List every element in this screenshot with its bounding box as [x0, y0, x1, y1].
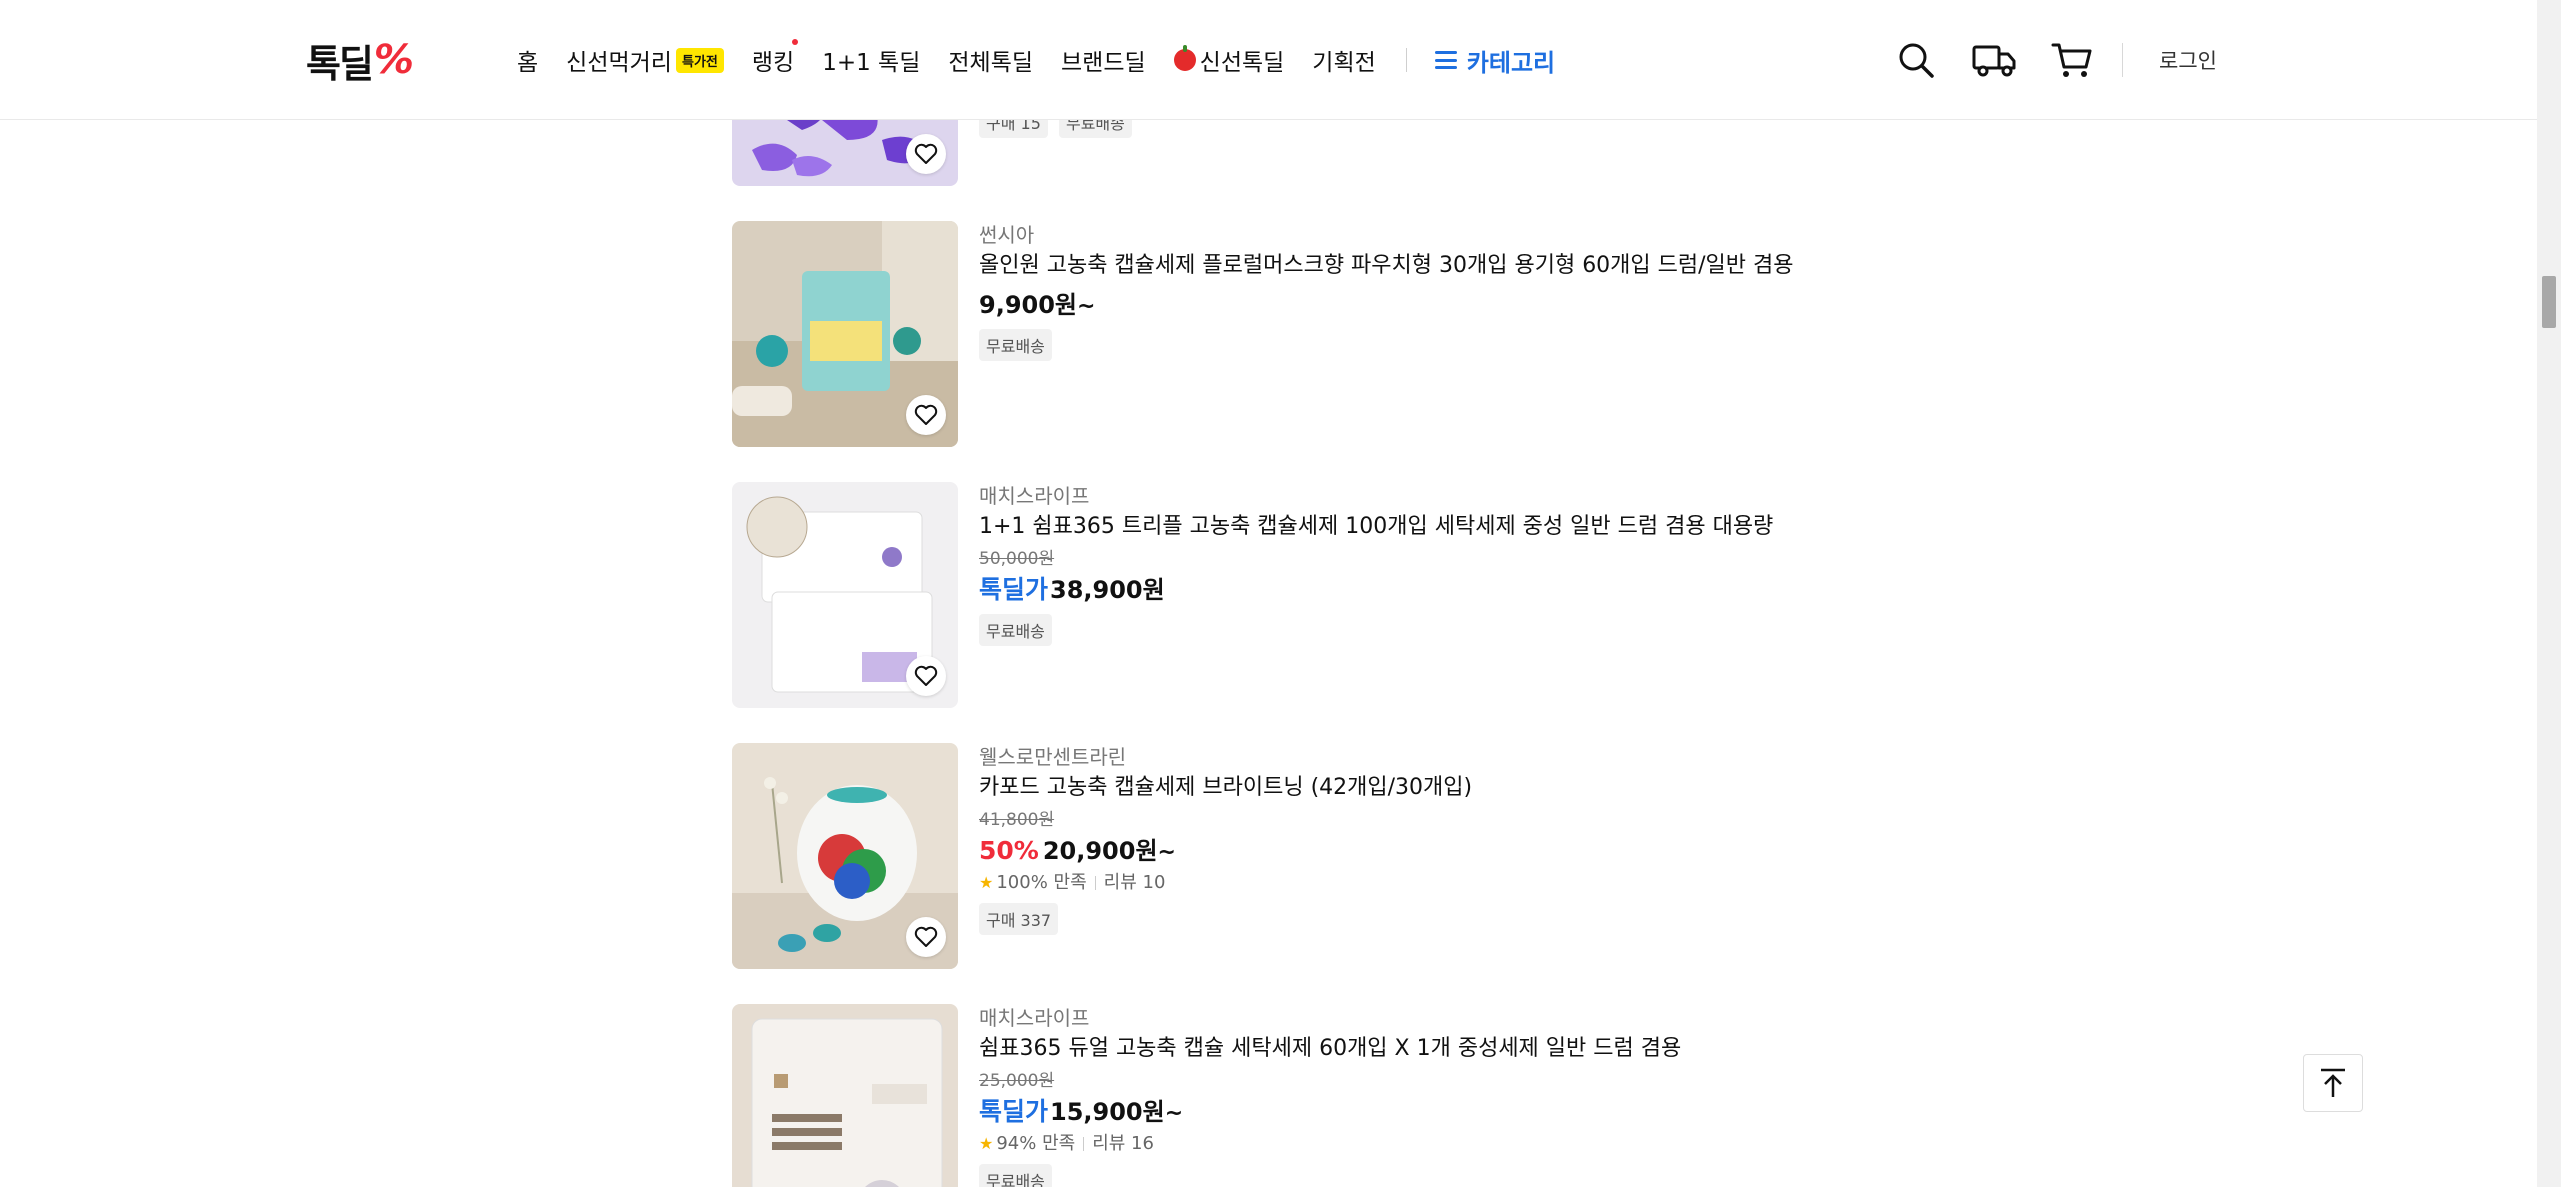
nav-divider [1405, 48, 1407, 72]
product-info: 매치스라이프 1+1 쉼표365 트리플 고농축 캡슐세제 100개입 세탁세제… [979, 482, 1799, 646]
nav-fresh-food[interactable]: 신선먹거리 특가전 [566, 43, 724, 77]
product-info: 썬시아 올인원 고농축 캡슐세제 플로럴머스크향 파우치형 30개입 용기형 6… [979, 221, 1799, 361]
brand-name[interactable]: 썬시아 [979, 221, 1799, 249]
review-count[interactable]: 리뷰 10 [1104, 869, 1166, 897]
free-shipping-chip: 무료배송 [979, 614, 1052, 646]
cart-icon[interactable] [2050, 38, 2094, 82]
list-item[interactable]: 썬시아 올인원 고농축 캡슐세제 플로럴머스크향 파우치형 30개입 용기형 6… [732, 221, 1794, 447]
product-info: 웰스로만센트라린 카포드 고농축 캡슐세제 브라이트닝 (42개입/30개입) … [979, 743, 1799, 935]
list-item[interactable]: 웰스로만센트라린 카포드 고농축 캡슐세제 브라이트닝 (42개입/30개입) … [732, 743, 1792, 969]
delivery-truck-icon[interactable] [1972, 38, 2016, 82]
deal-price-label: 톡딜가 [979, 575, 1049, 604]
nav-brand-deal[interactable]: 브랜드딜 [1061, 43, 1146, 77]
wishlist-button[interactable] [906, 917, 946, 957]
sale-price: 20,900원 [1042, 837, 1158, 865]
list-item[interactable]: 매치스라이프 1+1 쉼표365 트리플 고농축 캡슐세제 100개입 세탁세제… [732, 482, 1792, 708]
free-shipping-chip: 무료배송 [979, 1164, 1052, 1187]
price-suffix: ~ [1164, 1101, 1184, 1126]
wishlist-button[interactable] [906, 395, 946, 435]
star-icon: ★ [979, 873, 994, 892]
product-title[interactable]: 카포드 고농축 캡슐세제 브라이트닝 (42개입/30개입) [979, 773, 1799, 803]
wishlist-button[interactable] [906, 134, 946, 174]
star-icon: ★ [979, 1134, 994, 1153]
logo-text: 톡딜 [306, 41, 374, 86]
logo-mark: % [373, 37, 414, 83]
wishlist-button[interactable] [906, 656, 946, 696]
product-image[interactable] [732, 482, 958, 708]
rating-divider [1083, 1137, 1085, 1151]
top-header: 톡딜 % 홈 신선먹거리 특가전 랭킹 1+1 톡딜 전체톡딜 브랜드딜 신선톡… [0, 0, 2537, 120]
product-image[interactable] [732, 1004, 958, 1187]
nav-exhibition[interactable]: 기획전 [1312, 43, 1375, 77]
nav-ranking[interactable]: 랭킹 [752, 39, 799, 77]
brand-name[interactable]: 매치스라이프 [979, 1004, 1799, 1032]
nav-category[interactable]: 카테고리 [1434, 43, 1555, 78]
review-count[interactable]: 리뷰 16 [1092, 1130, 1154, 1158]
nav-home[interactable]: 홈 [517, 43, 538, 77]
list-item[interactable]: 매치스라이프 쉼표365 듀얼 고농축 캡슐 세탁세제 60개입 X 1개 중성… [732, 1004, 1792, 1187]
price-suffix: ~ [1077, 294, 1096, 319]
nav-fresh-deal[interactable]: 신선톡딜 [1173, 43, 1284, 77]
original-price: 50,000원 [979, 549, 1055, 569]
purchase-count-chip: 구매 337 [979, 903, 1059, 935]
product-title[interactable]: 쉼표365 듀얼 고농축 캡슐 세탁세제 60개입 X 1개 중성세제 일반 드… [979, 1034, 1799, 1064]
search-icon[interactable] [1894, 38, 1938, 82]
header-actions: 로그인 [1894, 38, 2217, 82]
price-row: 톡딜가 15,900원 ~ [979, 1094, 1799, 1130]
nav-all-deals[interactable]: 전체톡딜 [948, 43, 1033, 77]
login-link[interactable]: 로그인 [2159, 45, 2217, 75]
product-image[interactable] [732, 221, 958, 447]
sale-price: 38,900원 [1050, 576, 1165, 604]
main-nav: 홈 신선먹거리 특가전 랭킹 1+1 톡딜 전체톡딜 브랜드딜 신선톡딜 기획전… [517, 38, 1555, 82]
special-badge: 특가전 [675, 47, 724, 73]
sale-price: 9,900원 [979, 291, 1077, 319]
nav-one-plus-one[interactable]: 1+1 톡딜 [822, 43, 920, 77]
product-image[interactable] [732, 743, 958, 969]
rating-divider [1094, 876, 1096, 890]
product-title[interactable]: 1+1 쉼표365 트리플 고농축 캡슐세제 100개입 세탁세제 중성 일반 … [979, 512, 1799, 542]
menu-icon [1434, 51, 1457, 69]
scrollbar-thumb[interactable] [2542, 276, 2556, 328]
apple-icon [1173, 45, 1196, 71]
sale-price: 15,900원 [1050, 1098, 1165, 1126]
scroll-to-top-button[interactable] [2303, 1054, 2363, 1112]
price-row: 50% 20,900원 ~ [979, 833, 1799, 869]
product-info: 매치스라이프 쉼표365 듀얼 고농축 캡슐 세탁세제 60개입 X 1개 중성… [979, 1004, 1799, 1187]
price-row: 톡딜가 38,900원 [979, 572, 1799, 608]
free-shipping-chip: 무료배송 [979, 329, 1052, 361]
satisfaction-rate: 100% 만족 [996, 872, 1087, 893]
original-price: 25,000원 [979, 1071, 1055, 1091]
product-title[interactable]: 올인원 고농축 캡슐세제 플로럴머스크향 파우치형 30개입 용기형 60개입 … [979, 251, 1799, 281]
header-divider [2122, 43, 2123, 77]
brand-name[interactable]: 웰스로만센트라린 [979, 743, 1799, 771]
new-dot [792, 39, 799, 45]
price-suffix: ~ [1157, 840, 1176, 865]
rating-row: ★ 94% 만족 리뷰 16 [979, 1130, 1799, 1158]
logo[interactable]: 톡딜 % [306, 37, 414, 86]
discount-rate: 50% [979, 836, 1039, 865]
satisfaction-rate: 94% 만족 [996, 1133, 1076, 1154]
brand-name[interactable]: 매치스라이프 [979, 482, 1799, 510]
page-scrollbar[interactable] [2537, 0, 2561, 1187]
original-price: 41,800원 [979, 810, 1055, 830]
deal-price-label: 톡딜가 [979, 1097, 1049, 1126]
rating-row: ★ 100% 만족 리뷰 10 [979, 869, 1799, 897]
price-row: 9,900원 ~ [979, 287, 1799, 323]
